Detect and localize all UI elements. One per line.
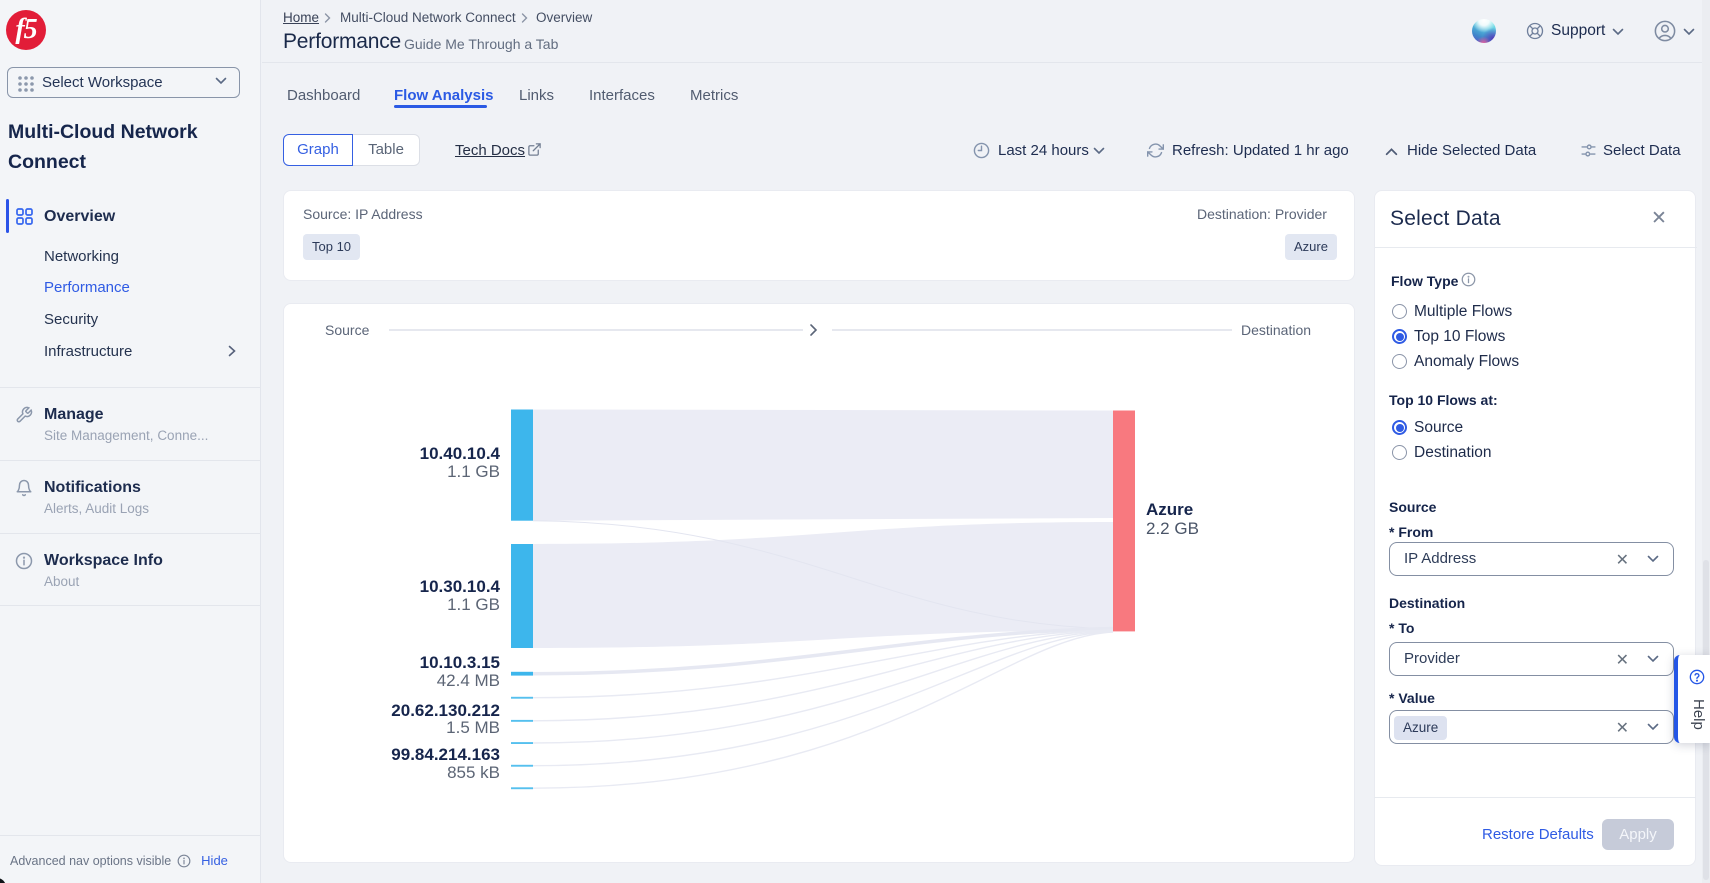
svg-text:42.4 MB: 42.4 MB	[437, 671, 500, 690]
svg-text:10.10.3.15: 10.10.3.15	[420, 653, 500, 672]
svg-text:10.30.10.4: 10.30.10.4	[420, 577, 501, 596]
svg-text:Source: Source	[325, 322, 370, 338]
svg-text:1.1 GB: 1.1 GB	[447, 462, 500, 481]
svg-text:Azure: Azure	[1146, 500, 1193, 519]
svg-text:Destination: Destination	[1241, 322, 1311, 338]
svg-text:99.84.214.163: 99.84.214.163	[391, 745, 500, 764]
svg-text:10.40.10.4: 10.40.10.4	[420, 444, 501, 463]
svg-text:2.2 GB: 2.2 GB	[1146, 519, 1199, 538]
svg-text:855 kB: 855 kB	[447, 763, 500, 782]
svg-text:1.1 GB: 1.1 GB	[447, 595, 500, 614]
svg-text:1.5 MB: 1.5 MB	[446, 718, 500, 737]
